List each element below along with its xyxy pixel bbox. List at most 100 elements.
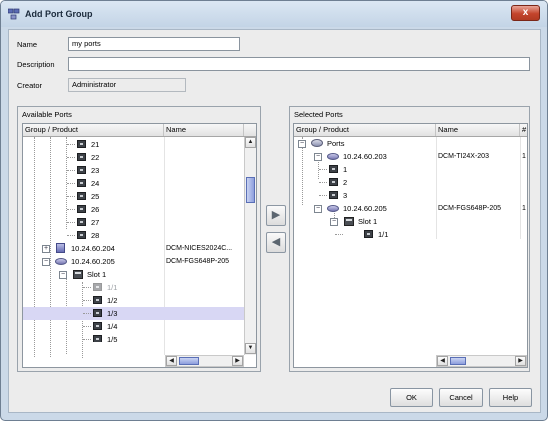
tree-row-device[interactable]: + 10.24.60.204 DCM-NICES2024C...	[23, 242, 244, 255]
scroll-right-icon[interactable]: ▶	[515, 356, 526, 366]
add-ports-button[interactable]: ▶	[266, 205, 286, 226]
tree-row-device[interactable]: − 10.24.60.203 DCM-TI24X-203 1	[294, 150, 527, 163]
tree-row-label: 10.24.60.204	[71, 244, 115, 253]
port-icon	[329, 191, 338, 199]
tree-row-port[interactable]: 25	[23, 190, 244, 203]
tree-connector	[67, 196, 75, 197]
ports-group-icon	[311, 139, 323, 147]
tree-row-label: 23	[91, 166, 100, 175]
tree-row-port[interactable]: 24	[23, 177, 244, 190]
tree-row-root[interactable]: − Ports	[294, 137, 527, 150]
tree-row-extra: 1	[522, 205, 526, 212]
scroll-left-icon[interactable]: ◀	[166, 356, 177, 366]
collapse-minus-icon[interactable]: −	[314, 205, 322, 213]
tree-row-label: 22	[91, 153, 100, 162]
col-name[interactable]: Name	[164, 124, 244, 136]
tree-connector	[67, 222, 75, 223]
available-ports-title: Available Ports	[22, 110, 72, 119]
available-table-header: Group / Product Name	[23, 124, 256, 137]
scroll-left-icon[interactable]: ◀	[437, 356, 448, 366]
title-bar[interactable]: Add Port Group x	[1, 1, 547, 27]
port-group-icon	[8, 8, 20, 20]
scroll-thumb[interactable]	[179, 357, 199, 365]
tree-row-port[interactable]: 28	[23, 229, 244, 242]
tree-row-slot[interactable]: − Slot 1	[294, 215, 527, 228]
collapse-minus-icon[interactable]: −	[42, 258, 50, 266]
tree-row-label: 28	[91, 231, 100, 240]
tree-row-port[interactable]: 1	[294, 163, 527, 176]
tree-connector	[83, 339, 91, 340]
tree-row-port[interactable]: 3	[294, 189, 527, 202]
port-icon	[93, 322, 102, 330]
tree-connector	[67, 144, 75, 145]
tree-row-port[interactable]: 1/5	[23, 333, 244, 342]
tree-connector	[67, 209, 75, 210]
collapse-minus-icon[interactable]: −	[314, 153, 322, 161]
tree-row-port[interactable]: 1/2	[23, 294, 244, 307]
arrow-left-icon: ◀	[271, 236, 281, 248]
tree-connector	[67, 183, 75, 184]
collapse-minus-icon[interactable]: −	[59, 271, 67, 279]
window-title: Add Port Group	[25, 9, 93, 19]
tree-connector	[83, 300, 91, 301]
collapse-minus-icon[interactable]: −	[298, 140, 306, 148]
tree-row-port[interactable]: 27	[23, 216, 244, 229]
close-button[interactable]: x	[511, 5, 540, 21]
col-group-product[interactable]: Group / Product	[294, 124, 436, 136]
port-icon	[93, 283, 102, 291]
vertical-scrollbar[interactable]: ▲ ▼	[244, 137, 256, 355]
scroll-down-icon[interactable]: ▼	[245, 343, 256, 354]
scroll-thumb[interactable]	[246, 177, 255, 203]
tree-row-port[interactable]: 22	[23, 151, 244, 164]
port-icon	[329, 165, 338, 173]
tree-row-port[interactable]: 2	[294, 176, 527, 189]
name-input[interactable]: my ports	[68, 37, 240, 51]
tree-row-port[interactable]: 23	[23, 164, 244, 177]
horizontal-scrollbar[interactable]: ◀ ▶	[436, 355, 527, 367]
tree-row-label: 1/4	[107, 322, 118, 331]
tree-connector	[83, 287, 91, 288]
expand-plus-icon[interactable]: +	[42, 245, 50, 253]
device-icon	[327, 153, 339, 160]
switch-icon	[56, 243, 65, 253]
ok-button[interactable]: OK	[390, 388, 433, 407]
selected-ports-title: Selected Ports	[294, 110, 343, 119]
tree-row-label: Slot 1	[87, 270, 107, 279]
tree-row-device[interactable]: − 10.24.60.205 DCM-FGS648P-205 1	[294, 202, 527, 215]
port-icon	[93, 296, 102, 304]
tree-connector	[67, 170, 75, 171]
tree-row-device[interactable]: − 10.24.60.205 DCM-FGS648P-205	[23, 255, 244, 268]
tree-row-port[interactable]: 1/1	[23, 281, 244, 294]
tree-row-label: Slot 1	[358, 217, 378, 226]
col-extra[interactable]: #	[520, 124, 527, 136]
tree-row-label: 24	[91, 179, 100, 188]
arrow-right-icon: ▶	[271, 209, 281, 221]
scroll-up-icon[interactable]: ▲	[245, 137, 256, 148]
tree-connector	[67, 157, 75, 158]
col-group-product[interactable]: Group / Product	[23, 124, 164, 136]
collapse-minus-icon[interactable]: −	[330, 218, 338, 226]
device-icon	[327, 205, 339, 212]
tree-row-port[interactable]: 21	[23, 138, 244, 151]
tree-row-port[interactable]: 1/4	[23, 320, 244, 333]
port-icon	[77, 179, 86, 187]
scroll-right-icon[interactable]: ▶	[232, 356, 243, 366]
description-input[interactable]	[68, 57, 530, 71]
tree-row-label: 3	[343, 191, 348, 200]
help-button[interactable]: Help	[489, 388, 532, 407]
scroll-thumb[interactable]	[450, 357, 466, 365]
tree-row-port[interactable]: 1/1	[294, 228, 527, 241]
tree-row-port[interactable]: 26	[23, 203, 244, 216]
col-name[interactable]: Name	[436, 124, 520, 136]
tree-row-port-selected[interactable]: 1/3	[23, 307, 244, 320]
port-icon	[364, 230, 373, 238]
cancel-button[interactable]: Cancel	[439, 388, 483, 407]
remove-ports-button[interactable]: ◀	[266, 232, 286, 253]
port-icon	[329, 178, 338, 186]
device-icon	[55, 258, 67, 265]
horizontal-scrollbar[interactable]: ◀ ▶	[165, 355, 244, 367]
description-label: Description	[17, 60, 55, 69]
available-ports-panel: Available Ports Group / Product Name 21	[17, 106, 261, 372]
tree-row-slot[interactable]: − Slot 1	[23, 268, 244, 281]
tree-row-label: 10.24.60.205	[71, 257, 115, 266]
